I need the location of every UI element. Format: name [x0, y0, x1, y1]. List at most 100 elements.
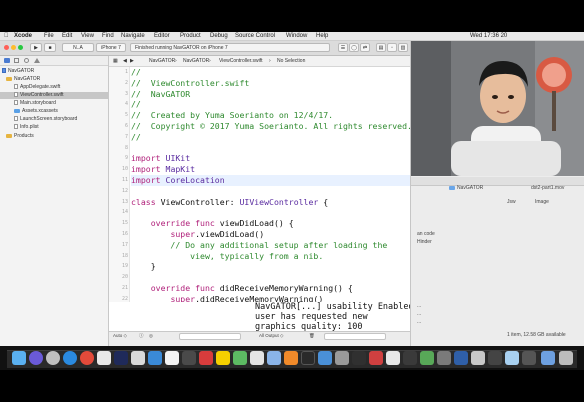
related-items-icon[interactable]: ▦ [113, 56, 118, 66]
run-button[interactable]: ▶ [30, 43, 42, 52]
code-line[interactable]: // Created by Yuma Soerianto on 12/4/17. [131, 110, 410, 121]
code-line[interactable]: // NavGATOR [131, 89, 410, 100]
eye-icon[interactable]: ◎ [149, 332, 153, 340]
chrome-dock-icon[interactable] [80, 351, 94, 365]
minimize-window-dot[interactable] [11, 45, 16, 50]
downloads-dock-icon[interactable] [541, 351, 555, 365]
code-text[interactable]: //// ViewController.swift// NavGATOR////… [131, 67, 410, 312]
code-line[interactable]: override func didReceiveMemoryWarning() … [131, 283, 410, 294]
apple-icon[interactable]:  [4, 32, 9, 40]
siri-dock-icon[interactable] [29, 351, 43, 365]
code-line[interactable] [131, 272, 410, 283]
app-dock-icon[interactable] [386, 351, 400, 365]
code-line[interactable]: // [131, 99, 410, 110]
app-dock-icon[interactable] [522, 351, 536, 365]
finder-dock-icon[interactable] [12, 351, 26, 365]
code-line[interactable]: // Do any additional setup after loading… [131, 240, 410, 251]
menu-product[interactable]: Product [180, 32, 201, 40]
editor-assistant-button[interactable]: ◯ [349, 43, 359, 52]
nav-file-info-plist[interactable]: Info.plist [14, 124, 39, 131]
trash-dock-icon[interactable] [559, 351, 573, 365]
warning-tab-icon[interactable] [34, 58, 40, 63]
all-output-selector[interactable]: All Output ◇ [259, 332, 283, 340]
code-line[interactable]: // Copyright © 2017 Yuma Soerianto. All … [131, 121, 410, 132]
variables-view[interactable] [109, 302, 256, 332]
trash-icon[interactable]: 🗑 [309, 332, 315, 340]
finder-sidebar-item[interactable]: ... [417, 311, 421, 318]
code-line[interactable]: import UIKit [131, 153, 410, 164]
code-line[interactable]: class ViewController: UIViewController { [131, 197, 410, 208]
app-dock-icon[interactable] [403, 351, 417, 365]
code-line[interactable]: } [131, 261, 410, 272]
auto-selector[interactable]: Auto ◇ [113, 332, 127, 340]
menu-view[interactable]: View [81, 32, 94, 40]
toggle-debug-button[interactable]: ▫ [387, 43, 397, 52]
code-line[interactable]: // [131, 67, 410, 78]
zoom-window-dot[interactable] [18, 45, 23, 50]
safari-dock-icon[interactable] [63, 351, 77, 365]
nav-group-item[interactable]: NavGATOR [6, 76, 40, 83]
code-line[interactable]: override func viewDidLoad() { [131, 218, 410, 229]
nav-file-main-storyboard[interactable]: Main.storyboard [14, 100, 56, 107]
app-dock-icon[interactable] [454, 351, 468, 365]
finder-sidebar-item[interactable]: an code [417, 231, 435, 238]
jump-selection[interactable]: No Selection [277, 56, 305, 66]
nav-project-item[interactable]: NavGATOR [2, 68, 34, 75]
source-editor[interactable]: ▦ ◀ ▶ NavGATOR › NavGATOR › ViewControll… [109, 56, 410, 312]
app-dock-icon[interactable] [318, 351, 332, 365]
menu-help[interactable]: Help [316, 32, 328, 40]
editor-standard-button[interactable]: ☰ [338, 43, 348, 52]
jump-project[interactable]: NavGATOR [149, 56, 175, 66]
app-dock-icon[interactable] [267, 351, 281, 365]
jump-group[interactable]: NavGATOR [183, 56, 209, 66]
xcode-dock-icon[interactable] [148, 351, 162, 365]
stop-button[interactable]: ■ [44, 43, 56, 52]
notes-dock-icon[interactable] [131, 351, 145, 365]
toggle-navigator-button[interactable]: ▤ [376, 43, 386, 52]
search-tab-icon[interactable] [24, 58, 29, 63]
code-line[interactable]: // ViewController.swift [131, 78, 410, 89]
nav-file-viewcontroller[interactable]: ViewController.swift [0, 92, 108, 99]
console-filter-field[interactable] [324, 333, 386, 340]
launchpad-dock-icon[interactable] [46, 351, 60, 365]
jump-file[interactable]: ViewController.swift [219, 56, 263, 66]
menu-file[interactable]: File [44, 32, 54, 40]
code-line[interactable] [131, 186, 410, 197]
app-dock-icon[interactable] [488, 351, 502, 365]
menu-navigate[interactable]: Navigate [121, 32, 145, 40]
finder-file-label[interactable]: dst2-part1.mov [531, 185, 564, 192]
finder-sidebar-item[interactable]: ... [417, 319, 421, 326]
app-dock-icon[interactable] [420, 351, 434, 365]
app-dock-icon[interactable] [471, 351, 485, 365]
app-dock-icon[interactable] [369, 351, 383, 365]
code-line[interactable] [131, 207, 410, 218]
code-line[interactable]: import CoreLocation [131, 174, 410, 186]
device-selector[interactable]: iPhone 7 [96, 43, 126, 52]
photoshop-dock-icon[interactable] [114, 351, 128, 365]
finder-sidebar-item[interactable]: ... [417, 303, 421, 310]
debug-console[interactable]: NavGATOR[...] usability Enabled user has … [255, 302, 410, 332]
menu-window[interactable]: Window [286, 32, 307, 40]
app-dock-icon[interactable] [250, 351, 264, 365]
app-dock-icon[interactable] [216, 351, 230, 365]
menu-find[interactable]: Find [102, 32, 114, 40]
nav-file-appdelegate[interactable]: AppDelegate.swift [14, 84, 60, 91]
app-dock-icon[interactable] [233, 351, 247, 365]
scheme-selector[interactable]: N..A [62, 43, 94, 52]
info-icon[interactable]: ⓘ [139, 332, 144, 340]
nav-products-group[interactable]: Products [6, 133, 34, 140]
code-line[interactable]: // [131, 132, 410, 143]
menu-source-control[interactable]: Source Control [235, 32, 275, 40]
code-line[interactable]: super.viewDidLoad() [131, 229, 410, 240]
menu-app-name[interactable]: Xcode [14, 32, 32, 40]
editor-version-button[interactable]: ⇄ [360, 43, 370, 52]
code-line[interactable]: view, typically from a nib. [131, 251, 410, 262]
app-dock-icon[interactable] [301, 351, 315, 365]
app-dock-icon[interactable] [352, 351, 366, 365]
finder-sidebar-item[interactable]: Hinder [417, 239, 432, 246]
app-dock-icon[interactable] [335, 351, 349, 365]
menu-edit[interactable]: Edit [62, 32, 72, 40]
menubar-clock[interactable]: Wed 17:36 20 [470, 32, 507, 40]
nav-file-assets[interactable]: Assets.xcassets [14, 108, 58, 115]
code-line[interactable]: import MapKit [131, 164, 410, 175]
